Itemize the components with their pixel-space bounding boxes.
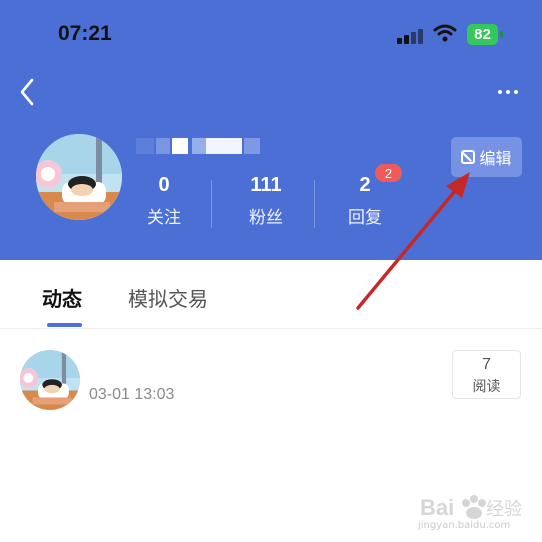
reply-badge: 2	[375, 164, 402, 182]
read-count: 7	[482, 356, 491, 373]
followers-label: 粉丝	[249, 208, 283, 228]
tab-simulated-trading[interactable]: 模拟交易	[128, 283, 208, 312]
battery-tip	[500, 31, 503, 38]
more-options-icon[interactable]	[493, 84, 523, 100]
post-avatar[interactable]	[20, 350, 80, 410]
username-redacted	[134, 134, 264, 160]
watermark-url: jingyan.baidu.com	[418, 520, 511, 531]
cellular-signal-icon	[397, 28, 425, 44]
edit-profile-button[interactable]: 编辑	[451, 137, 522, 177]
read-label: 阅读	[472, 379, 501, 395]
wifi-icon	[433, 24, 457, 42]
stat-following[interactable]: 0 关注	[124, 174, 204, 228]
back-arrow-icon[interactable]	[14, 76, 42, 108]
status-time: 07:21	[58, 22, 112, 45]
replies-label: 回复	[348, 208, 382, 228]
battery-icon: 82	[467, 24, 498, 45]
read-count-box: 7 阅读	[452, 350, 521, 399]
stat-followers[interactable]: 111 粉丝	[226, 174, 306, 228]
svg-text:经验: 经验	[486, 499, 522, 520]
avatar[interactable]	[36, 134, 122, 220]
active-tab-indicator	[47, 323, 82, 327]
stat-divider	[211, 180, 212, 228]
edit-icon	[461, 150, 476, 164]
following-label: 关注	[147, 208, 181, 228]
edit-label: 编辑	[479, 149, 512, 168]
following-count: 0	[158, 174, 170, 196]
post-avatar-image	[20, 350, 80, 410]
stat-replies[interactable]: 2 回复	[325, 174, 405, 228]
post-timestamp: 03-01 13:03	[89, 386, 175, 403]
tabs-divider	[0, 328, 542, 329]
tab-activity[interactable]: 动态	[42, 283, 82, 312]
avatar-image	[36, 134, 122, 220]
svg-text:Bai: Bai	[420, 495, 454, 520]
stat-divider	[314, 180, 315, 228]
followers-count: 111	[250, 174, 282, 196]
